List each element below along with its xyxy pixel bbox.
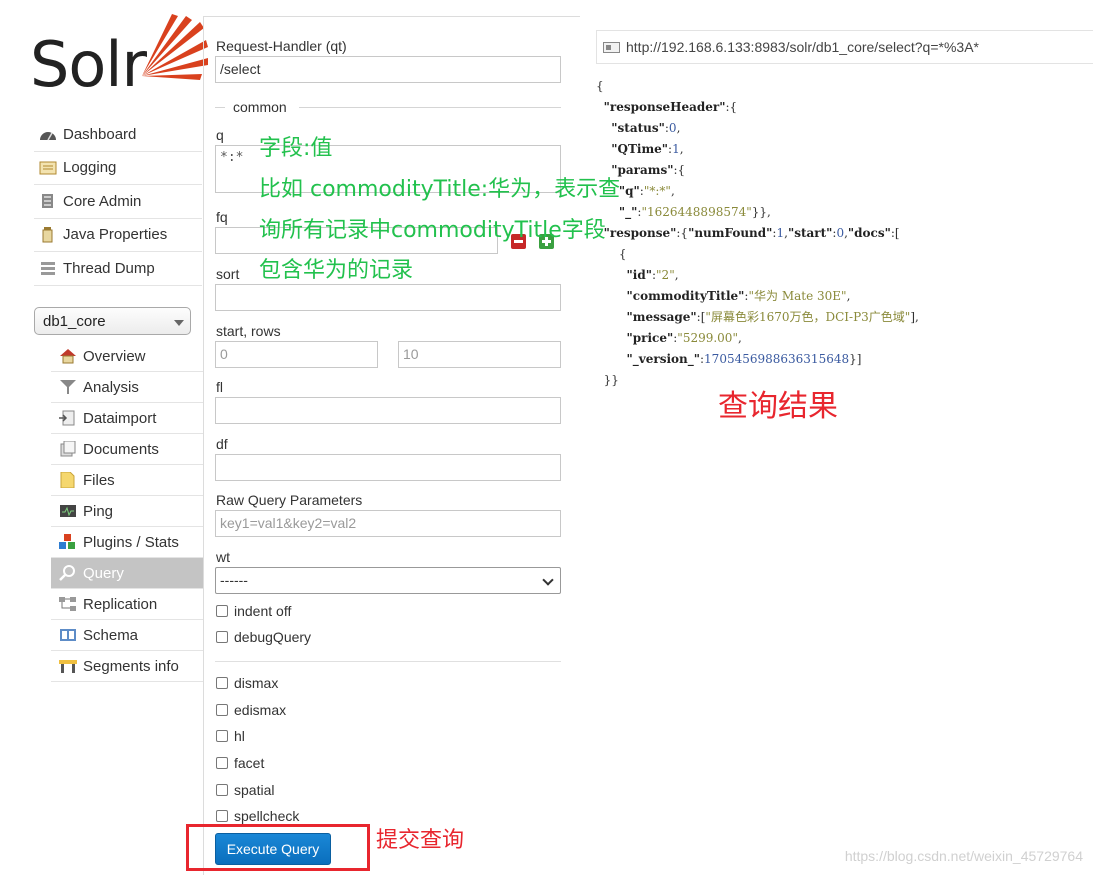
nav-analysis[interactable]: Analysis xyxy=(51,372,203,403)
checkbox-box[interactable] xyxy=(216,704,228,716)
replication-icon xyxy=(58,596,78,612)
json-start: 0 xyxy=(836,226,845,240)
thread-dump-icon xyxy=(38,260,58,276)
nav-core-admin[interactable]: Core Admin xyxy=(34,185,202,219)
dataimport-icon xyxy=(58,410,78,426)
checkbox-box[interactable] xyxy=(216,677,228,689)
solr-logo[interactable]: Solr xyxy=(30,14,208,101)
json-price: 5299.00 xyxy=(682,331,733,345)
annotation-green-3: 询所有记录中commodityTitle字段 xyxy=(259,218,606,243)
start-input[interactable]: 0 xyxy=(215,341,378,368)
documents-icon xyxy=(58,440,78,457)
java-icon xyxy=(38,226,58,243)
json-numfound: 1 xyxy=(776,226,785,240)
plugins-icon xyxy=(58,534,78,550)
qt-label: Request-Handler (qt) xyxy=(216,38,347,54)
logging-icon xyxy=(38,160,58,176)
chevron-down-icon xyxy=(174,320,184,326)
nav-plugins-stats[interactable]: Plugins / Stats xyxy=(51,527,203,558)
checkbox-box[interactable] xyxy=(216,757,228,769)
spatial-checkbox[interactable]: spatial xyxy=(216,782,274,798)
qt-input[interactable]: /select xyxy=(215,56,561,83)
ping-icon xyxy=(58,503,78,519)
segments-icon xyxy=(58,658,78,674)
wt-label: wt xyxy=(216,549,230,565)
annotation-green-2: 比如 commodityTitle:华为，表示查 xyxy=(259,177,621,202)
raw-params-input[interactable]: key1=val1&key2=val2 xyxy=(215,510,561,537)
checkbox-box[interactable] xyxy=(216,605,228,617)
annotation-green-1: 字段:值 xyxy=(259,136,333,161)
checkbox-box[interactable] xyxy=(216,810,228,822)
core-admin-icon xyxy=(38,193,58,209)
dashboard-icon xyxy=(38,126,58,142)
checkbox-box[interactable] xyxy=(216,631,228,643)
json-qtime: 1 xyxy=(672,142,680,156)
nav-files[interactable]: Files xyxy=(51,465,203,496)
json-status: 0 xyxy=(668,121,677,135)
sort-label: sort xyxy=(216,266,240,282)
nav-replication[interactable]: Replication xyxy=(51,589,203,620)
core-selector[interactable]: db1_core xyxy=(34,307,191,335)
nav-overview[interactable]: Overview xyxy=(51,341,203,372)
watermark: https://blog.csdn.net/weixin_45729764 xyxy=(844,848,1083,864)
solr-sun-icon xyxy=(142,14,208,80)
json-commodity-title: 华为 Mate 30E xyxy=(754,289,842,303)
debug-query-checkbox[interactable]: debugQuery xyxy=(216,629,311,645)
main-nav: Dashboard Logging Core Admin Java Proper… xyxy=(34,118,202,286)
facet-checkbox[interactable]: facet xyxy=(216,755,264,771)
q-label: q xyxy=(216,127,224,143)
annotation-result: 查询结果 xyxy=(718,389,838,424)
json-q: *:* xyxy=(649,184,666,198)
analysis-icon xyxy=(58,379,78,395)
nav-logging[interactable]: Logging xyxy=(34,152,202,185)
edismax-checkbox[interactable]: edismax xyxy=(216,702,286,718)
json-message: 屏幕色彩1670万色，DCI-P3广色域 xyxy=(710,310,905,324)
json-id: 2 xyxy=(661,268,670,282)
json-response: { "responseHeader":{ "status":0, "QTime"… xyxy=(596,79,919,387)
nav-segments-info[interactable]: Segments info xyxy=(51,651,203,682)
core-nav: Overview Analysis Dataimport Documents F… xyxy=(51,341,203,682)
common-legend: common xyxy=(233,99,287,115)
fl-label: fl xyxy=(216,379,223,395)
json-underscore: 1626448898574 xyxy=(646,205,747,219)
annotation-green-4: 包含华为的记录 xyxy=(259,258,414,283)
df-input[interactable] xyxy=(215,454,561,481)
chevron-down-icon xyxy=(542,574,554,586)
rows-input[interactable]: 10 xyxy=(398,341,561,368)
json-version: 1705456988636315648 xyxy=(704,352,850,366)
nav-thread-dump[interactable]: Thread Dump xyxy=(34,252,202,286)
dismax-checkbox[interactable]: dismax xyxy=(216,675,278,691)
nav-ping[interactable]: Ping xyxy=(51,496,203,527)
fl-input[interactable] xyxy=(215,397,561,424)
checkbox-box[interactable] xyxy=(216,784,228,796)
checkbox-box[interactable] xyxy=(216,730,228,742)
raw-params-label: Raw Query Parameters xyxy=(216,492,363,508)
query-url-bar[interactable]: http://192.168.6.133:8983/solr/db1_core/… xyxy=(596,30,1093,64)
overview-icon xyxy=(58,348,78,364)
sort-input[interactable] xyxy=(215,284,561,311)
wt-select[interactable]: ------ xyxy=(215,567,561,594)
files-icon xyxy=(58,471,78,489)
nav-query[interactable]: Query xyxy=(51,558,203,589)
df-label: df xyxy=(216,436,228,452)
start-rows-label: start, rows xyxy=(216,323,281,339)
options-divider xyxy=(215,661,561,662)
annotation-submit: 提交查询 xyxy=(376,828,465,853)
schema-icon xyxy=(58,627,78,643)
logo-text: Solr xyxy=(30,28,147,101)
nav-schema[interactable]: Schema xyxy=(51,620,203,651)
nav-dashboard[interactable]: Dashboard xyxy=(34,118,202,152)
query-icon xyxy=(58,565,78,581)
indent-checkbox[interactable]: indent off xyxy=(216,603,291,619)
url-icon xyxy=(603,41,620,53)
nav-dataimport[interactable]: Dataimport xyxy=(51,403,203,434)
spellcheck-checkbox[interactable]: spellcheck xyxy=(216,808,299,824)
fq-label: fq xyxy=(216,209,228,225)
nav-documents[interactable]: Documents xyxy=(51,434,203,465)
nav-java-properties[interactable]: Java Properties xyxy=(34,219,202,252)
execute-query-button[interactable]: Execute Query xyxy=(215,833,331,865)
hl-checkbox[interactable]: hl xyxy=(216,728,245,744)
query-url[interactable]: http://192.168.6.133:8983/solr/db1_core/… xyxy=(626,39,979,55)
